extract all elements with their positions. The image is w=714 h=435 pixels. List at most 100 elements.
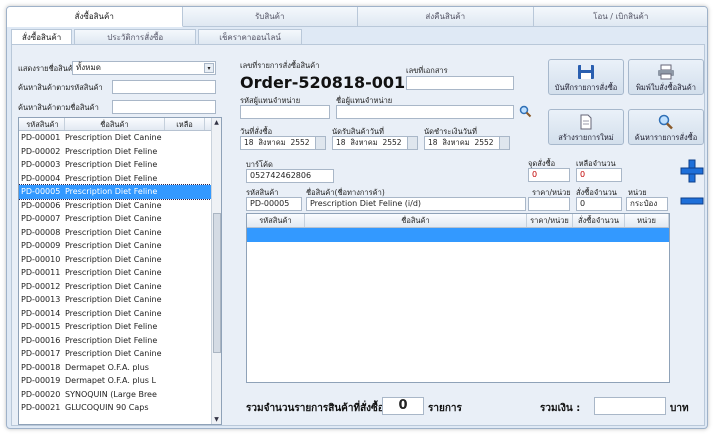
list-item[interactable]: PD-00004 Prescription Diet Feline [19,172,221,186]
tab-return[interactable]: ส่งคืนสินค้า [358,7,534,27]
list-item-code: PD-00010 [21,254,61,264]
app-window: สั่งซื้อสินค้า รับสินค้า ส่งคืนสินค้า โอ… [6,6,708,429]
search-name-input[interactable] [112,100,216,114]
list-item[interactable]: PD-00009 Prescription Diet Canine [19,239,221,253]
product-code-value: PD-00005 [250,199,290,208]
list-item[interactable]: PD-00012 Prescription Diet Canine [19,280,221,294]
list-item-name: Prescription Diet Feline [65,335,158,345]
product-code-input[interactable]: PD-00005 [246,197,302,211]
tab-receive[interactable]: รับสินค้า [182,7,358,27]
quantity-input[interactable]: 0 [576,197,622,211]
list-item[interactable]: PD-00007 Prescription Diet Canine [19,212,221,226]
product-name-value: Prescription Diet Feline (i/d) [310,199,422,208]
total-money-value [594,397,666,415]
list-item[interactable]: PD-00020 SYNOQUIN (Large Bree [19,388,221,402]
list-item-name: Prescription Diet Feline [65,322,158,331]
subtab-order[interactable]: สั่งซื้อสินค้า [11,29,73,44]
grid-col-unit[interactable]: หน่วย [625,214,669,227]
list-scrollbar[interactable]: ▲ ▼ [211,118,221,424]
list-item[interactable]: PD-00008 Prescription Diet Canine [19,226,221,240]
grid-col-code[interactable]: รหัสสินค้า [247,214,305,227]
remain-value: 0 [576,168,622,182]
list-item[interactable]: PD-00021 GLUCOQUIN 90 Caps [19,401,221,415]
tab-purchase[interactable]: สั่งซื้อสินค้า [7,7,183,27]
product-list-body: PD-00001 Prescription Diet Canine PD-00002… [19,131,221,415]
sub-tabs: สั่งซื้อสินค้า ประวัติการสั่งซื้อ เช็ครา… [11,29,304,44]
list-item[interactable]: PD-00001 Prescription Diet Canine [19,131,221,145]
col-remain[interactable]: เหลือ [165,118,205,130]
save-order-label: บันทึกรายการสั่งซื้อ [554,83,618,92]
content-panel: แสดงรายชื่อสินค้า ทั้งหมด ▾ ค้นหาสินค้าต… [11,44,705,426]
list-item[interactable]: PD-00015 Prescription Diet Feline [19,320,221,334]
doc-no-input[interactable] [406,76,514,90]
scroll-thumb[interactable] [213,213,221,353]
filter-label: แสดงรายชื่อสินค้า [18,64,78,73]
list-item-name: Prescription Diet Feline [65,160,158,169]
grid-col-price[interactable]: ราคา/หน่วย [527,214,573,227]
list-item[interactable]: PD-00005 Prescription Diet Feline [19,184,221,200]
table-row[interactable] [247,228,669,242]
list-item[interactable]: PD-00002 Prescription Diet Feline [19,145,221,159]
receive-date-month: สิงหาคม [350,138,378,147]
list-item[interactable]: PD-00003 Prescription Diet Feline [19,158,221,172]
col-code[interactable]: รหัสสินค้า [19,118,65,130]
tab-transfer[interactable]: โอน / เบิกสินค้า [533,7,707,27]
list-item[interactable]: PD-00011 Prescription Diet Canine [19,266,221,280]
search-code-input[interactable] [112,80,216,94]
remove-item-icon[interactable] [680,189,704,213]
print-order-label: พิมพ์ใบสั่งซื้อสินค้า [635,83,697,92]
list-item[interactable]: PD-00006 Prescription Diet Canine [19,199,221,213]
new-order-button[interactable]: สร้างรายการใหม่ [548,109,624,145]
calendar-dropdown-icon[interactable] [407,137,417,149]
list-item[interactable]: PD-00019 Dermapet O.F.A. plus L [19,374,221,388]
pay-date-picker[interactable]: 18 สิงหาคม 2552 [424,136,510,150]
product-list: รหัสสินค้า ชื่อสินค้า เหลือ PD-00001 Pres… [18,117,222,425]
order-date-year: 2552 [290,138,310,147]
print-order-button[interactable]: พิมพ์ใบสั่งซื้อสินค้า [628,59,704,95]
list-item[interactable]: PD-00010 Prescription Diet Canine [19,253,221,267]
order-no-label: เลขที่รายการสั่งซื้อสินค้า [240,61,320,70]
grid-col-qty[interactable]: สั่งซื้อจำนวน [573,214,625,227]
subtab-history[interactable]: ประวัติการสั่งซื้อ [74,29,197,44]
scroll-up-icon[interactable]: ▲ [212,118,221,127]
price-input[interactable] [528,197,570,211]
receive-date-picker[interactable]: 18 สิงหาคม 2552 [332,136,418,150]
order-date-picker[interactable]: 18 สิงหาคม 2552 [240,136,326,150]
list-item[interactable]: PD-00014 Prescription Diet Canine [19,307,221,321]
list-item-code: PD-00004 [21,173,61,183]
barcode-value: 052742462806 [250,171,312,180]
order-grid-header: รหัสสินค้า ชื่อสินค้า ราคา/หน่วย สั่งซื้… [247,214,669,228]
calendar-dropdown-icon[interactable] [499,137,509,149]
filter-select[interactable]: ทั้งหมด ▾ [72,61,216,75]
barcode-input[interactable]: 052742462806 [246,169,334,183]
vendor-name-input[interactable] [336,105,514,119]
list-item-code: PD-00008 [21,227,61,237]
total-items-value: 0 [382,397,424,415]
save-order-button[interactable]: บันทึกรายการสั่งซื้อ [548,59,624,95]
main-tabs: สั่งซื้อสินค้า รับสินค้า ส่งคืนสินค้า โอ… [7,7,707,27]
order-number: Order-520818-001 [240,73,406,92]
list-item-code: PD-00016 [21,335,61,345]
unit-input[interactable]: กระป๋อง [626,197,668,211]
reorder-point-value: 0 [528,168,570,182]
list-item[interactable]: PD-00013 Prescription Diet Canine [19,293,221,307]
list-item-name: Prescription Diet Canine [65,268,162,277]
search-icon[interactable] [518,104,532,118]
search-code-label: ค้นหาสินค้าตามรหัสสินค้า [18,83,103,92]
search-order-button[interactable]: ค้นหารายการสั่งซื้อ [628,109,704,145]
list-item[interactable]: PD-00018 Dermapet O.F.A. plus [19,361,221,375]
product-name-input[interactable]: Prescription Diet Feline (i/d) [306,197,526,211]
scroll-down-icon[interactable]: ▼ [212,415,221,424]
list-item[interactable]: PD-00017 Prescription Diet Canine [19,347,221,361]
subtab-price-check[interactable]: เช็คราคาออนไลน์ [198,29,302,44]
receive-date-year: 2552 [382,138,402,147]
list-item-name: Prescription Diet Canine [65,133,162,142]
grid-col-name[interactable]: ชื่อสินค้า [305,214,527,227]
order-date-day: 18 [244,138,254,147]
pay-date-month: สิงหาคม [442,138,470,147]
vendor-code-input[interactable] [240,105,330,119]
add-item-icon[interactable] [680,159,704,183]
col-name[interactable]: ชื่อสินค้า [65,118,165,130]
calendar-dropdown-icon[interactable] [315,137,325,149]
list-item[interactable]: PD-00016 Prescription Diet Feline [19,334,221,348]
